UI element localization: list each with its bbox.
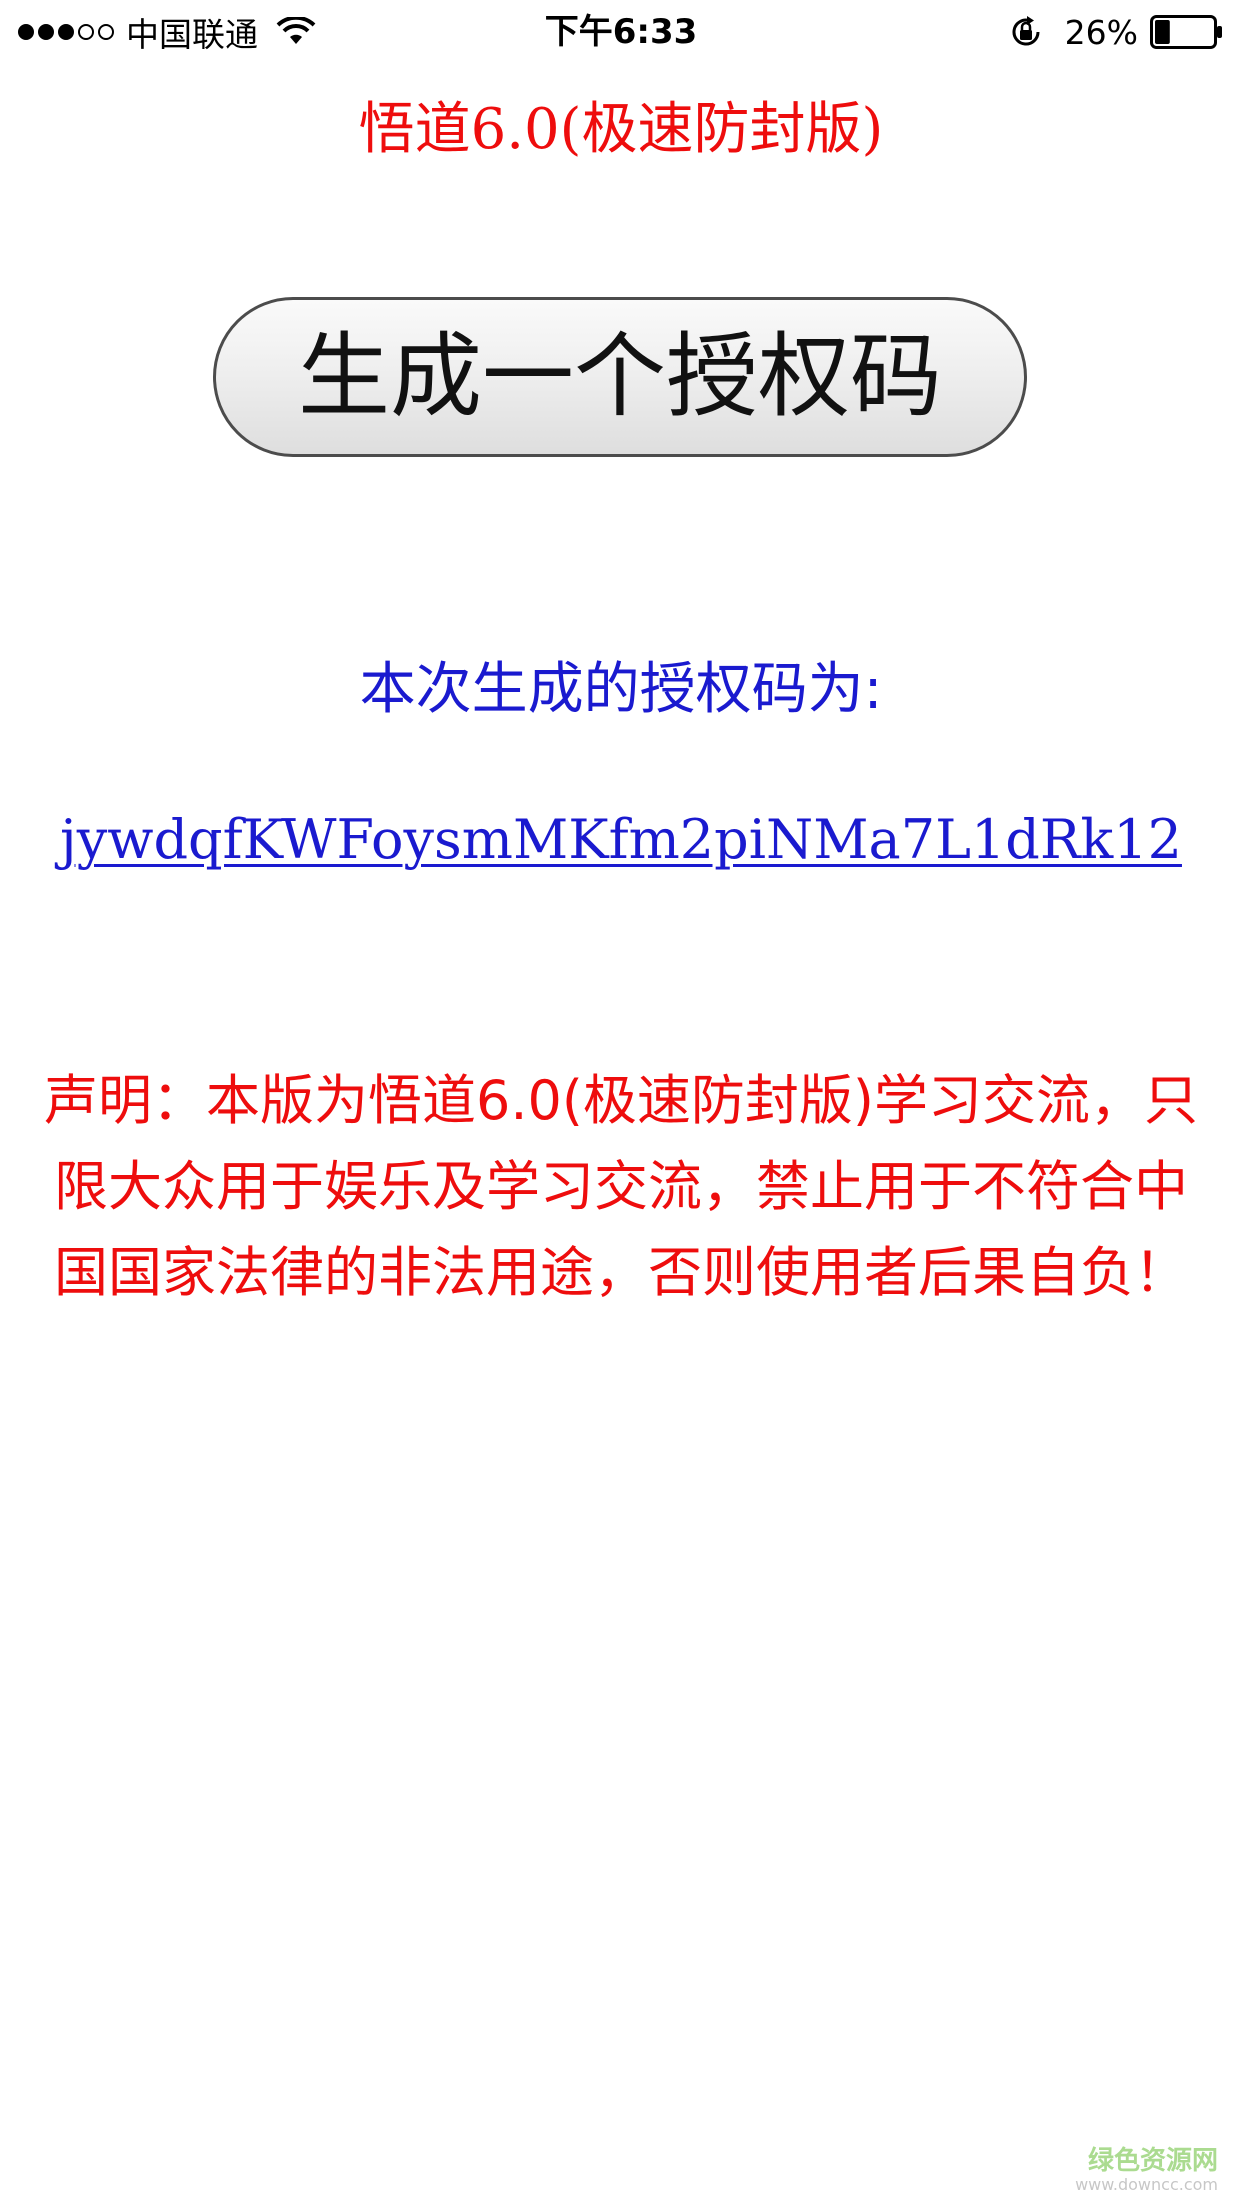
generate-code-button[interactable]: 生成一个授权码 (213, 297, 1027, 457)
watermark-name: 绿色资源网 (1087, 2146, 1218, 2176)
battery-level (1155, 20, 1170, 44)
battery-icon (1150, 15, 1222, 49)
status-bar: 中国联通 下午6:33 26% (0, 0, 1242, 62)
watermark-url: www.downcc.com (1075, 2175, 1218, 2194)
code-label: 本次生成的授权码为: (359, 657, 883, 722)
rotation-lock-icon (1012, 16, 1040, 46)
authorization-code-link[interactable]: jywdqfKWFoysmMKfm2piNMa7L1dRk12 (0, 800, 1242, 880)
disclaimer-text: 声明：本版为悟道6.0(极速防封版)学习交流，只限大众用于娱乐及学习交流，禁止用… (43, 1069, 1198, 1304)
page-title: 悟道6.0(极速防封版) (358, 97, 884, 162)
battery-percent: 26% (1064, 12, 1138, 52)
watermark-logo: 绿色资源网 www.downcc.com (1075, 2146, 1218, 2194)
status-bar-right: 26% (1009, 10, 1224, 54)
